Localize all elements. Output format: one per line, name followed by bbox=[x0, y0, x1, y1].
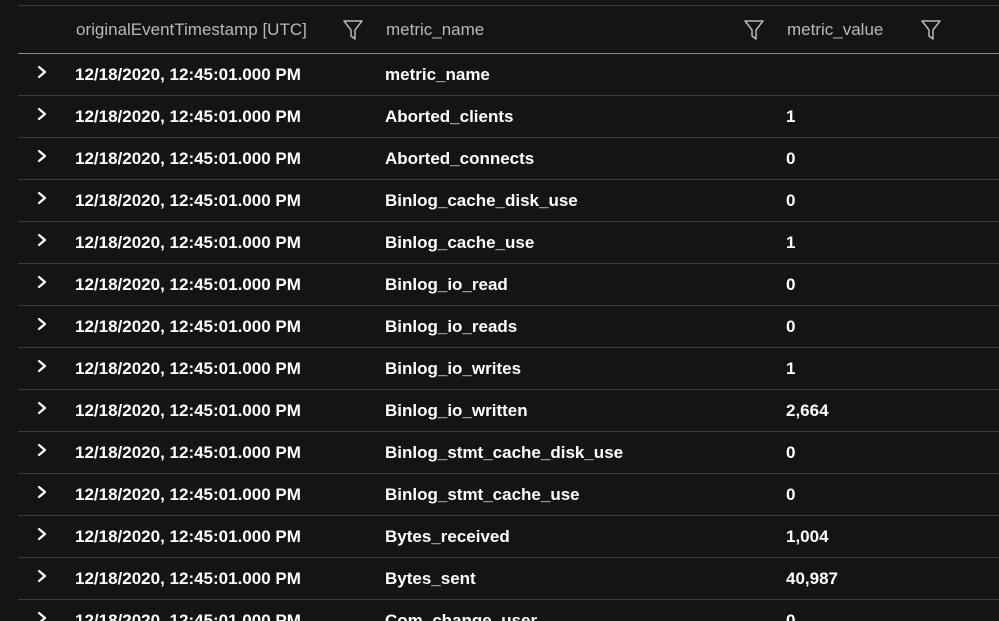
metric-name-cell: Binlog_io_reads bbox=[385, 317, 518, 336]
timestamp-cell: 12/18/2020, 12:45:01.000 PM bbox=[75, 107, 301, 126]
timestamp-cell: 12/18/2020, 12:45:01.000 PM bbox=[75, 233, 301, 252]
chevron-right-icon[interactable] bbox=[36, 275, 48, 289]
timestamp-cell: 12/18/2020, 12:45:01.000 PM bbox=[75, 191, 301, 210]
chevron-right-icon[interactable] bbox=[36, 233, 48, 247]
timestamp-cell: 12/18/2020, 12:45:01.000 PM bbox=[75, 275, 301, 294]
timestamp-cell: 12/18/2020, 12:45:01.000 PM bbox=[75, 317, 301, 336]
table-row[interactable]: 12/18/2020, 12:45:01.000 PM Binlog_io_re… bbox=[18, 306, 999, 348]
table-row[interactable]: 12/18/2020, 12:45:01.000 PM Binlog_io_wr… bbox=[18, 348, 999, 390]
filter-icon[interactable] bbox=[342, 19, 364, 41]
metric-name-cell: Binlog_stmt_cache_use bbox=[385, 485, 580, 504]
chevron-right-icon[interactable] bbox=[36, 569, 48, 583]
metric-value-cell: 2,664 bbox=[786, 401, 829, 420]
metric-name-cell: Bytes_sent bbox=[385, 569, 476, 588]
timestamp-cell: 12/18/2020, 12:45:01.000 PM bbox=[75, 485, 301, 504]
table-row[interactable]: 12/18/2020, 12:45:01.000 PM Aborted_conn… bbox=[18, 138, 999, 180]
metric-name-cell: Binlog_cache_disk_use bbox=[385, 191, 578, 210]
table-row[interactable]: 12/18/2020, 12:45:01.000 PM Binlog_io_re… bbox=[18, 264, 999, 306]
table-row[interactable]: 12/18/2020, 12:45:01.000 PM Aborted_clie… bbox=[18, 96, 999, 138]
chevron-right-icon[interactable] bbox=[36, 401, 48, 415]
table-row[interactable]: 12/18/2020, 12:45:01.000 PM Bytes_sent 4… bbox=[18, 558, 999, 600]
metric-name-cell: Aborted_connects bbox=[385, 149, 535, 168]
chevron-right-icon[interactable] bbox=[36, 191, 48, 205]
timestamp-cell: 12/18/2020, 12:45:01.000 PM bbox=[75, 65, 301, 84]
chevron-right-icon[interactable] bbox=[36, 65, 48, 79]
chevron-right-icon[interactable] bbox=[36, 107, 48, 121]
table-row[interactable]: 12/18/2020, 12:45:01.000 PM Bytes_receiv… bbox=[18, 516, 999, 558]
grid-body: 12/18/2020, 12:45:01.000 PM metric_name … bbox=[18, 54, 999, 621]
chevron-right-icon[interactable] bbox=[36, 527, 48, 541]
table-row[interactable]: 12/18/2020, 12:45:01.000 PM metric_name bbox=[18, 54, 999, 96]
table-row[interactable]: 12/18/2020, 12:45:01.000 PM Com_change_u… bbox=[18, 600, 999, 621]
chevron-right-icon[interactable] bbox=[36, 443, 48, 457]
chevron-right-icon[interactable] bbox=[36, 611, 48, 621]
timestamp-cell: 12/18/2020, 12:45:01.000 PM bbox=[75, 569, 301, 588]
metric-value-cell: 0 bbox=[786, 317, 796, 336]
metric-name-cell: Binlog_io_written bbox=[385, 401, 528, 420]
table-row[interactable]: 12/18/2020, 12:45:01.000 PM Binlog_cache… bbox=[18, 222, 999, 264]
table-row[interactable]: 12/18/2020, 12:45:01.000 PM Binlog_cache… bbox=[18, 180, 999, 222]
metric-value-cell: 0 bbox=[786, 275, 796, 294]
table-row[interactable]: 12/18/2020, 12:45:01.000 PM Binlog_stmt_… bbox=[18, 432, 999, 474]
metric-value-cell: 1 bbox=[786, 233, 796, 252]
filter-icon[interactable] bbox=[743, 19, 765, 41]
metric-value-cell: 0 bbox=[786, 191, 796, 210]
table-row[interactable]: 12/18/2020, 12:45:01.000 PM Binlog_io_wr… bbox=[18, 390, 999, 432]
timestamp-cell: 12/18/2020, 12:45:01.000 PM bbox=[75, 443, 301, 462]
chevron-right-icon[interactable] bbox=[36, 317, 48, 331]
chevron-right-icon[interactable] bbox=[36, 359, 48, 373]
metric-value-cell: 0 bbox=[786, 443, 796, 462]
metric-value-cell: 1,004 bbox=[786, 527, 829, 546]
metric-name-cell: Binlog_io_read bbox=[385, 275, 508, 294]
timestamp-cell: 12/18/2020, 12:45:01.000 PM bbox=[75, 401, 301, 420]
metric-value-cell: 40,987 bbox=[786, 569, 838, 588]
metric-value-cell: 0 bbox=[786, 611, 796, 621]
timestamp-cell: 12/18/2020, 12:45:01.000 PM bbox=[75, 527, 301, 546]
metric-name-cell: Aborted_clients bbox=[385, 107, 514, 126]
metric-name-cell: Binlog_io_writes bbox=[385, 359, 522, 378]
timestamp-cell: 12/18/2020, 12:45:01.000 PM bbox=[75, 611, 301, 621]
filter-icon[interactable] bbox=[920, 19, 942, 41]
column-header-metric-name[interactable]: metric_name bbox=[386, 6, 484, 53]
timestamp-cell: 12/18/2020, 12:45:01.000 PM bbox=[75, 359, 301, 378]
chevron-right-icon[interactable] bbox=[36, 149, 48, 163]
column-header-timestamp[interactable]: originalEventTimestamp [UTC] bbox=[76, 6, 307, 53]
metric-value-cell: 0 bbox=[786, 485, 796, 504]
chevron-right-icon[interactable] bbox=[36, 485, 48, 499]
metric-value-cell: 1 bbox=[786, 359, 796, 378]
metric-value-cell: 1 bbox=[786, 107, 796, 126]
metric-name-cell: Binlog_cache_use bbox=[385, 233, 535, 252]
query-results-grid: originalEventTimestamp [UTC] metric_name… bbox=[18, 0, 999, 621]
timestamp-cell: 12/18/2020, 12:45:01.000 PM bbox=[75, 149, 301, 168]
metric-name-cell: metric_name bbox=[385, 65, 490, 84]
metric-name-cell: Com_change_user bbox=[385, 611, 538, 621]
metric-value-cell: 0 bbox=[786, 149, 796, 168]
table-row[interactable]: 12/18/2020, 12:45:01.000 PM Binlog_stmt_… bbox=[18, 474, 999, 516]
grid-header: originalEventTimestamp [UTC] metric_name… bbox=[18, 6, 999, 54]
metric-name-cell: Binlog_stmt_cache_disk_use bbox=[385, 443, 624, 462]
metric-name-cell: Bytes_received bbox=[385, 527, 510, 546]
column-header-metric-value[interactable]: metric_value bbox=[787, 6, 883, 53]
